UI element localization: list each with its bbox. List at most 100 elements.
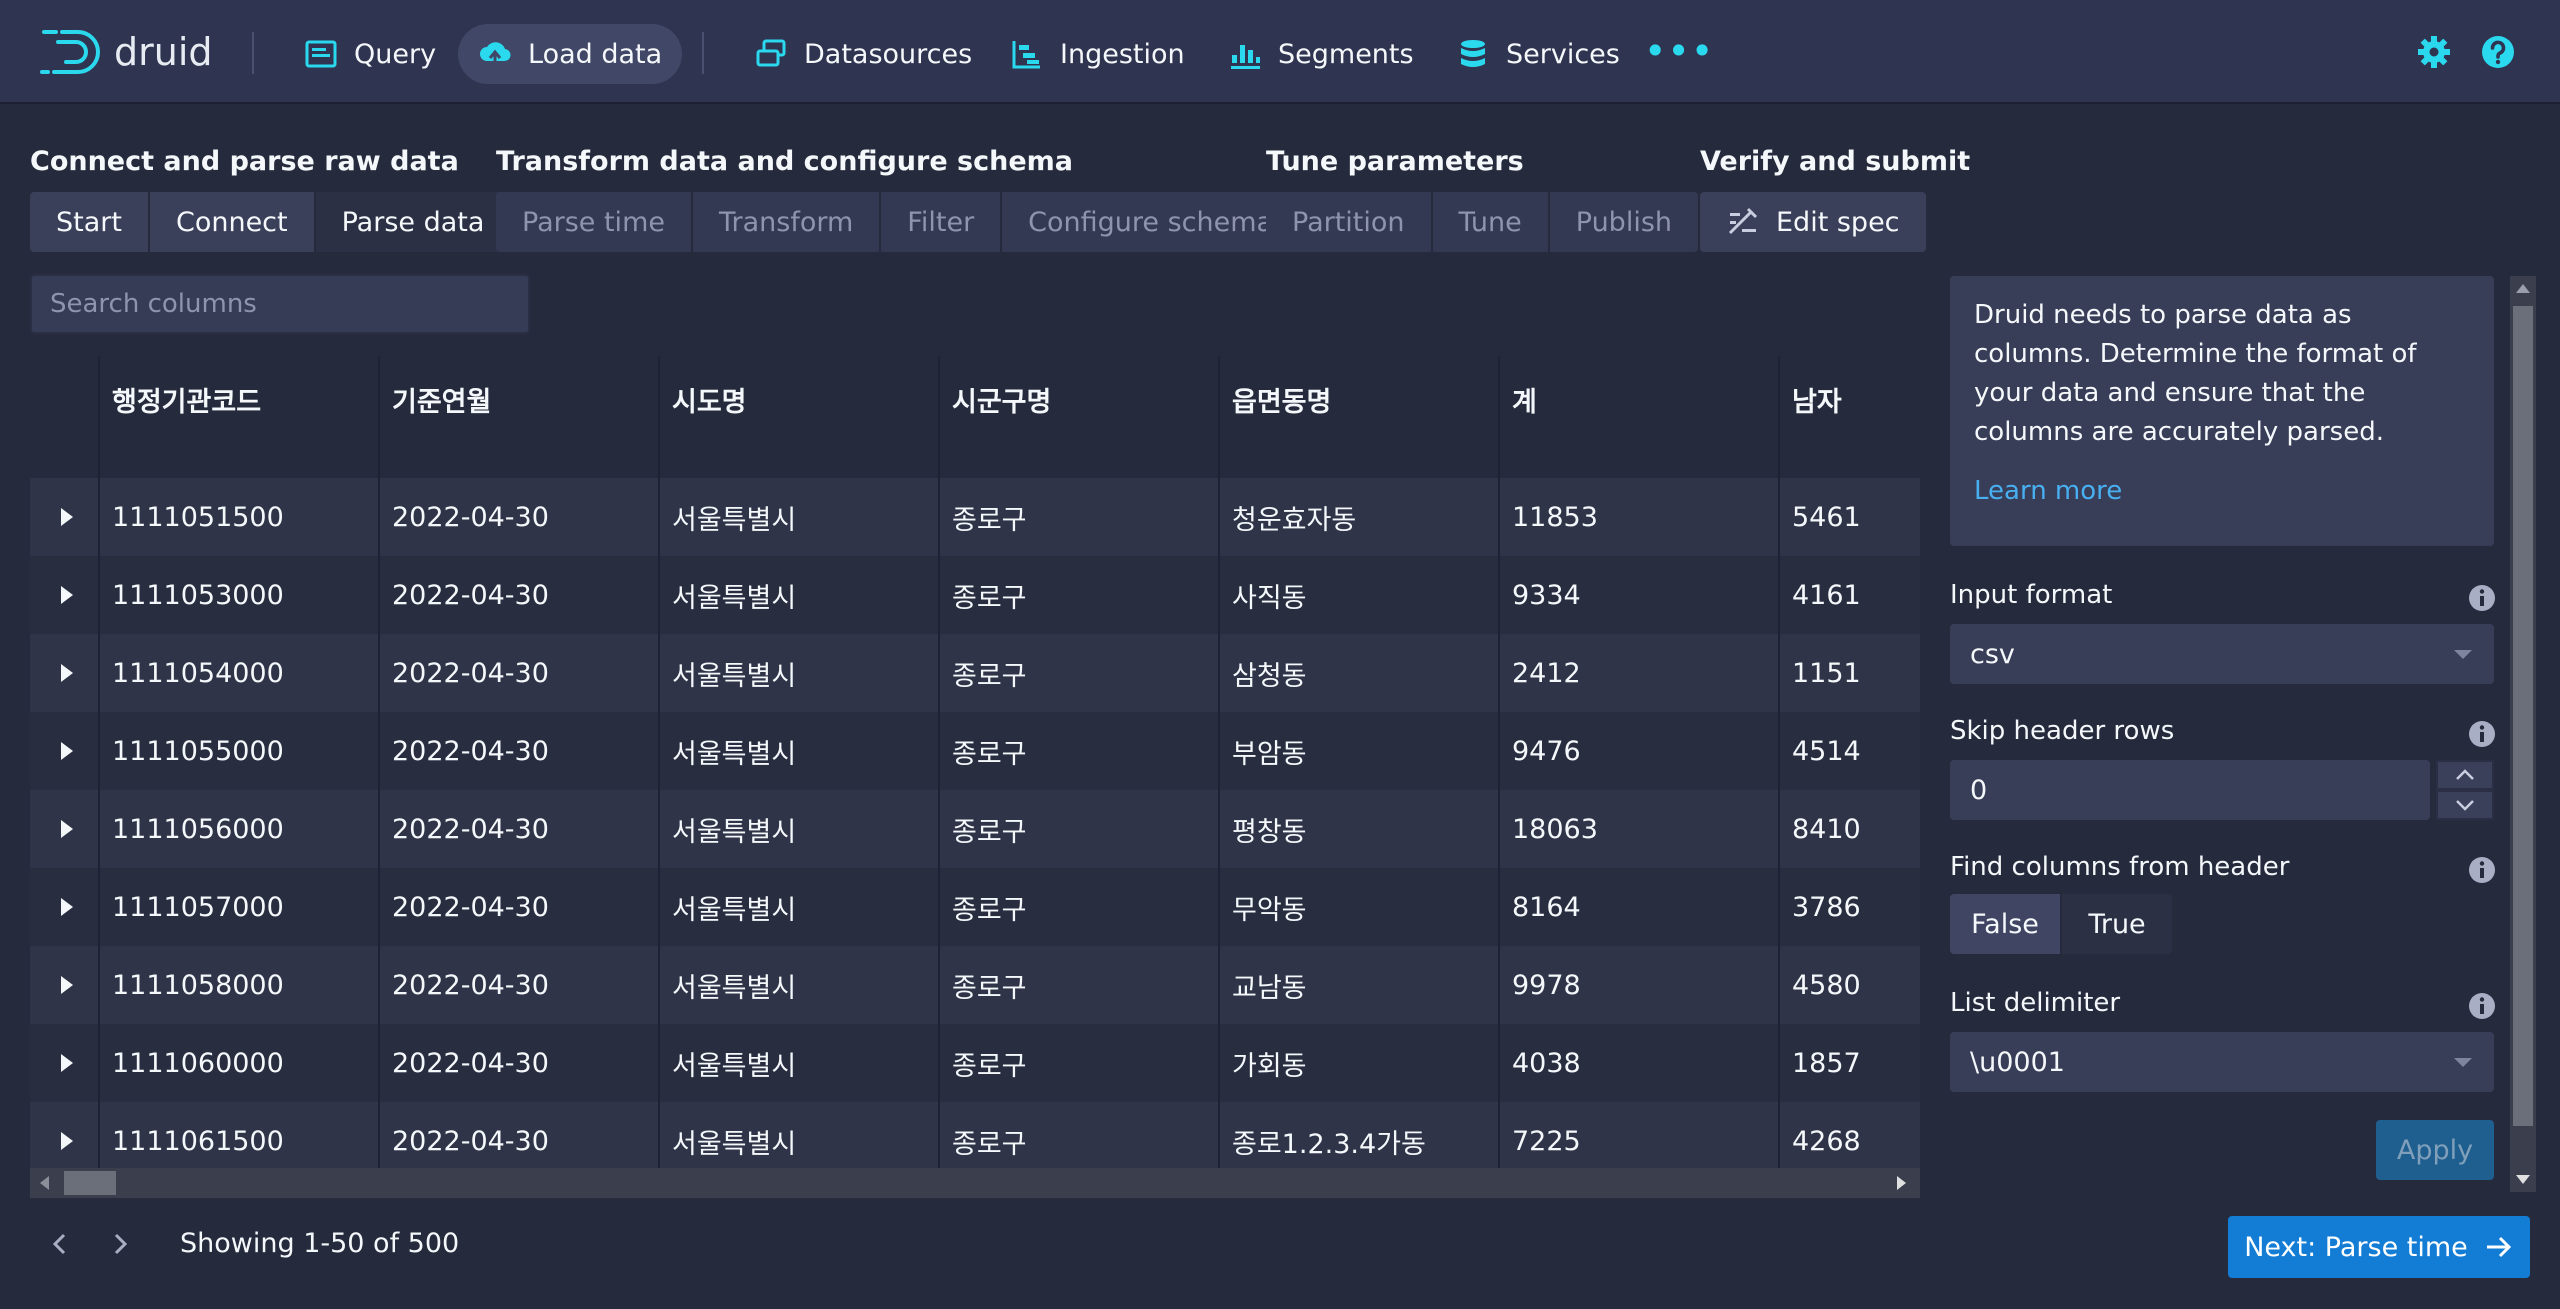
- druid-logo[interactable]: druid: [40, 26, 213, 78]
- step-parse-time[interactable]: Parse time: [496, 192, 693, 252]
- info-icon[interactable]: [2468, 584, 2496, 612]
- table-row[interactable]: 1111051500 2022-04-30 서울특별시 종로구 청운효자동 11853 54…: [30, 478, 1920, 556]
- row-expander[interactable]: [30, 946, 100, 1024]
- find-columns-true-option[interactable]: True: [2062, 894, 2172, 954]
- row-expander[interactable]: [30, 712, 100, 790]
- table-row[interactable]: 1111057000 2022-04-30 서울특별시 종로구 무악동 8164 3786: [30, 868, 1920, 946]
- row-expander[interactable]: [30, 556, 100, 634]
- expand-caret-icon[interactable]: [61, 898, 73, 916]
- table-cell: 종로구: [940, 478, 1220, 556]
- table-cell: 5461: [1792, 501, 1861, 533]
- table-cell: 무악동: [1220, 868, 1500, 946]
- table-row[interactable]: 1111055000 2022-04-30 서울특별시 종로구 부암동 9476 4514: [30, 712, 1920, 790]
- table-row[interactable]: 1111058000 2022-04-30 서울특별시 종로구 교남동 9978 4580: [30, 946, 1920, 1024]
- horizontal-scroll-thumb[interactable]: [64, 1171, 116, 1195]
- step-filter[interactable]: Filter: [881, 192, 1003, 252]
- info-icon[interactable]: [2468, 720, 2496, 748]
- column-header[interactable]: 기준연월: [380, 356, 660, 478]
- help-icon[interactable]: [2480, 34, 2516, 70]
- expand-caret-icon[interactable]: [61, 742, 73, 760]
- find-columns-false-option[interactable]: False: [1950, 894, 2062, 954]
- step-group-connect: Start Connect Parse data: [30, 192, 511, 252]
- expand-caret-icon[interactable]: [61, 508, 73, 526]
- scroll-up-arrow-icon[interactable]: [2516, 284, 2530, 293]
- increment-button[interactable]: [2436, 760, 2494, 790]
- scroll-right-arrow-icon[interactable]: [1897, 1176, 1906, 1190]
- list-delimiter-select[interactable]: \u0001: [1950, 1032, 2494, 1092]
- table-row[interactable]: 1111054000 2022-04-30 서울특별시 종로구 삼청동 2412 1151: [30, 634, 1920, 712]
- parse-data-callout: Druid needs to parse data as columns. De…: [1950, 276, 2494, 546]
- horizontal-scrollbar[interactable]: [30, 1168, 1920, 1198]
- table-cell: 2022-04-30: [380, 1102, 660, 1168]
- step-start[interactable]: Start: [30, 192, 150, 252]
- skip-header-rows-input[interactable]: 0: [1950, 760, 2430, 820]
- expand-caret-icon[interactable]: [61, 586, 73, 604]
- table-cell: 종로구: [940, 1024, 1220, 1102]
- table-cell: 1111060000: [100, 1024, 380, 1102]
- column-header[interactable]: 시군구명: [940, 356, 1220, 478]
- more-menu-icon[interactable]: •••: [1644, 32, 1714, 70]
- data-preview-table: 행정기관코드 기준연월 시도명 시군구명 읍면동명 계 남자 111105150…: [30, 356, 1920, 1168]
- vertical-scroll-thumb[interactable]: [2513, 306, 2533, 1126]
- search-columns-input[interactable]: [30, 274, 530, 334]
- table-row[interactable]: 1111053000 2022-04-30 서울특별시 종로구 사직동 9334 4161: [30, 556, 1920, 634]
- step-group-transform: Parse time Transform Filter Configure sc…: [496, 192, 1300, 252]
- decrement-button[interactable]: [2436, 790, 2494, 820]
- row-expander[interactable]: [30, 868, 100, 946]
- table-cell: 2022-04-30: [380, 946, 660, 1024]
- step-partition[interactable]: Partition: [1266, 192, 1433, 252]
- nav-load-data-label: Load data: [528, 38, 663, 70]
- table-row[interactable]: 1111060000 2022-04-30 서울특별시 종로구 가회동 4038 1857: [30, 1024, 1920, 1102]
- table-cell: 1111054000: [100, 634, 380, 712]
- scroll-left-arrow-icon[interactable]: [40, 1176, 49, 1190]
- apply-button[interactable]: Apply: [2376, 1120, 2494, 1180]
- expand-caret-icon[interactable]: [61, 1054, 73, 1072]
- expand-caret-icon[interactable]: [61, 664, 73, 682]
- nav-segments[interactable]: Segments: [1208, 24, 1434, 84]
- table-cell: 4161: [1792, 579, 1861, 611]
- nav-divider: [252, 32, 254, 74]
- table-row[interactable]: 1111061500 2022-04-30 서울특별시 종로구 종로1.2.3.4가동 7…: [30, 1102, 1920, 1168]
- table-cell: 1151: [1792, 657, 1861, 689]
- row-expander[interactable]: [30, 790, 100, 868]
- learn-more-link[interactable]: Learn more: [1974, 472, 2470, 511]
- nav-services[interactable]: Services: [1436, 24, 1640, 84]
- datasources-icon: [756, 39, 786, 67]
- step-configure-schema[interactable]: Configure schema: [1002, 192, 1300, 252]
- column-header[interactable]: 남자: [1780, 356, 1900, 478]
- step-publish[interactable]: Publish: [1549, 192, 1699, 252]
- column-header[interactable]: 계: [1500, 356, 1780, 478]
- next-page-button[interactable]: [102, 1226, 138, 1262]
- input-format-select[interactable]: csv: [1950, 624, 2494, 684]
- table-row[interactable]: 1111056000 2022-04-30 서울특별시 종로구 평창동 18063 8410: [30, 790, 1920, 868]
- step-tune[interactable]: Tune: [1432, 192, 1550, 252]
- table-cell: 청운효자동: [1220, 478, 1500, 556]
- nav-query[interactable]: Query: [284, 24, 456, 84]
- column-header[interactable]: 시도명: [660, 356, 940, 478]
- vertical-scrollbar[interactable]: [2510, 276, 2536, 1192]
- nav-datasources[interactable]: Datasources: [734, 24, 992, 84]
- next-parse-time-button[interactable]: Next: Parse time: [2228, 1216, 2530, 1278]
- step-edit-spec[interactable]: Edit spec: [1700, 192, 1926, 252]
- table-cell: 종로구: [940, 634, 1220, 712]
- table-cell: 평창동: [1220, 790, 1500, 868]
- column-header[interactable]: 행정기관코드: [100, 356, 380, 478]
- scroll-down-arrow-icon[interactable]: [2516, 1175, 2530, 1184]
- row-expander[interactable]: [30, 1024, 100, 1102]
- info-icon[interactable]: [2468, 992, 2496, 1020]
- column-header[interactable]: 읍면동명: [1220, 356, 1500, 478]
- step-parse-data[interactable]: Parse data: [315, 192, 511, 252]
- settings-gear-icon[interactable]: [2416, 34, 2452, 70]
- expand-caret-icon[interactable]: [61, 820, 73, 838]
- previous-page-button[interactable]: [42, 1226, 78, 1262]
- expand-caret-icon[interactable]: [61, 1132, 73, 1150]
- step-transform[interactable]: Transform: [692, 192, 882, 252]
- expand-caret-icon[interactable]: [61, 976, 73, 994]
- nav-ingestion[interactable]: Ingestion: [990, 24, 1205, 84]
- row-expander[interactable]: [30, 1102, 100, 1168]
- row-expander[interactable]: [30, 634, 100, 712]
- row-expander[interactable]: [30, 478, 100, 556]
- step-connect[interactable]: Connect: [149, 192, 316, 252]
- info-icon[interactable]: [2468, 856, 2496, 884]
- nav-load-data[interactable]: Load data: [458, 24, 683, 84]
